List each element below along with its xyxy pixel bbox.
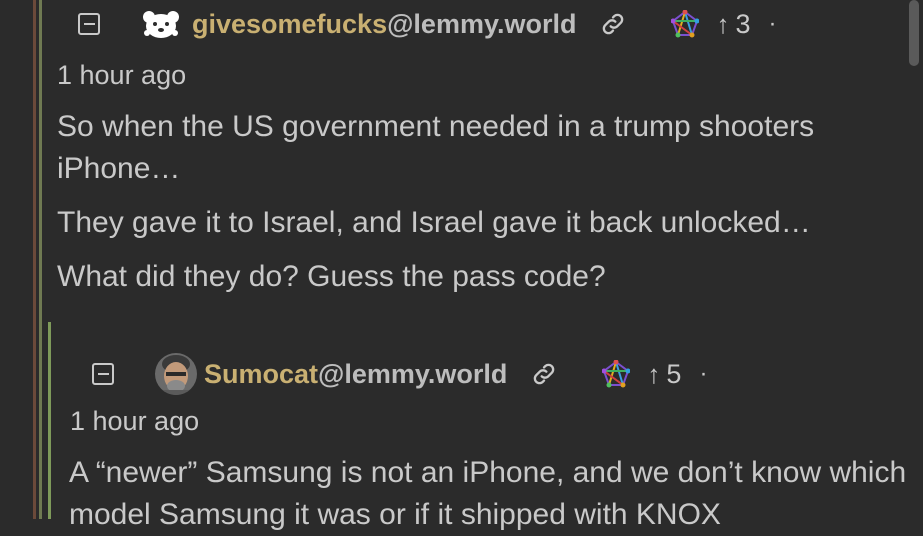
thread-rail-child [48, 322, 51, 519]
username-link[interactable]: Sumocat@lemmy.world [204, 358, 507, 390]
thread-rail-outer [33, 0, 36, 519]
username-link[interactable]: givesomefucks@lemmy.world [192, 8, 576, 40]
comment-body: A “newer” Samsung is not an iPhone, and … [69, 452, 909, 536]
upvote-button[interactable]: ↑ 5 [647, 359, 681, 390]
comment-header: givesomefucks@lemmy.world ↑ 3 · [78, 4, 777, 44]
upvote-arrow-icon: ↑ [647, 358, 661, 389]
link-icon[interactable] [598, 9, 628, 39]
timestamp: 1 hour ago [70, 406, 200, 436]
scrollbar-thumb[interactable] [909, 0, 919, 66]
more-dot-icon[interactable]: · [699, 360, 707, 388]
avatar[interactable] [154, 352, 198, 396]
comment-paragraph: So when the US government needed in a tr… [57, 110, 815, 185]
scrollbar[interactable] [905, 0, 923, 519]
avatar[interactable] [140, 7, 182, 41]
username: Sumocat [204, 359, 319, 389]
collapse-button[interactable] [78, 13, 100, 35]
user-instance: @lemmy.world [318, 359, 508, 389]
bear-avatar-icon [143, 11, 179, 38]
username: givesomefucks [192, 9, 388, 39]
timestamp: 1 hour ago [57, 60, 187, 90]
upvote-arrow-icon: ↑ [716, 8, 730, 39]
score: 3 [735, 8, 751, 39]
user-photo-avatar [155, 353, 197, 395]
score: 5 [666, 358, 682, 389]
user-instance: @lemmy.world [387, 9, 577, 39]
comment-paragraph: What did they do? Guess the pass code? [57, 260, 606, 293]
collapse-icon [97, 373, 109, 375]
comment-paragraph: A “newer” Samsung is not an iPhone, and … [69, 456, 907, 531]
comment-body: So when the US government needed in a tr… [57, 106, 887, 298]
comment-paragraph: They gave it to Israel, and Israel gave … [57, 206, 811, 239]
link-icon[interactable] [529, 359, 559, 389]
more-dot-icon[interactable]: · [769, 10, 777, 38]
fediverse-icon[interactable] [670, 9, 700, 39]
collapse-button[interactable] [92, 363, 114, 385]
collapse-icon [83, 23, 95, 25]
upvote-button[interactable]: ↑ 3 [716, 9, 750, 40]
fediverse-icon[interactable] [601, 359, 631, 389]
comment-header: Sumocat@lemmy.world ↑ 5 · [92, 352, 707, 396]
thread-rail-parent [39, 0, 42, 519]
